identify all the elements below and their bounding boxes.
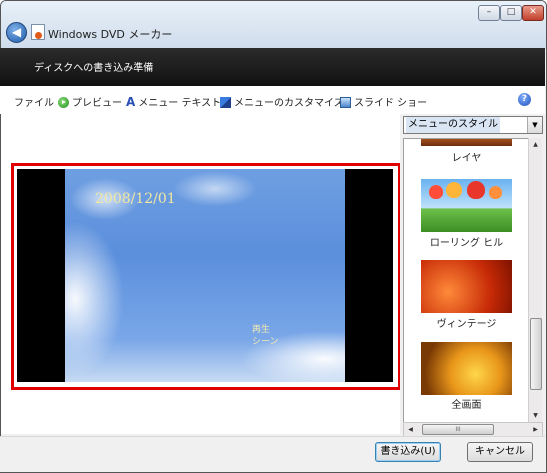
preview-background-image: 2008/12/01 再生 シーン	[65, 169, 345, 382]
full-screen-thumbnail[interactable]	[421, 342, 512, 395]
menu-preview-frame: 2008/12/01 再生 シーン	[11, 163, 401, 390]
scroll-up-icon[interactable]: ▲	[529, 138, 542, 151]
window-title: Windows DVD メーカー	[48, 28, 173, 41]
file-menu[interactable]: ファイル	[14, 94, 54, 109]
preview-title-text[interactable]: 2008/12/01	[95, 191, 176, 207]
text-a-icon: A	[126, 95, 136, 109]
customize-menu-button[interactable]: メニューのカスタマイズ	[220, 94, 344, 109]
style-item-full-screen[interactable]: 全画面	[404, 396, 529, 411]
footer-bar	[0, 436, 545, 472]
preview-button[interactable]: プレビュー	[58, 94, 122, 109]
balloon-icon	[429, 185, 443, 199]
rolling-hills-thumbnail[interactable]	[421, 179, 512, 232]
maximize-button[interactable]: □	[500, 5, 522, 21]
balloon-icon	[446, 182, 462, 198]
minimize-button[interactable]: –	[478, 5, 500, 21]
scroll-left-icon[interactable]: ◀	[404, 423, 417, 436]
style-item-rolling-hills[interactable]: ローリング ヒル	[404, 234, 529, 249]
preview-scenes-link[interactable]: シーン	[252, 336, 279, 348]
write-button[interactable]: 書き込み(U)	[375, 442, 441, 462]
style-list-horizontal-scrollbar[interactable]: ◀ III ▶	[403, 422, 543, 437]
help-icon[interactable]: ?	[518, 93, 531, 106]
menu-text-label: メニュー テキスト	[138, 98, 222, 109]
play-icon	[58, 97, 69, 108]
file-menu-label: ファイル	[14, 98, 54, 109]
menu-text-button[interactable]: A メニュー テキスト	[126, 94, 221, 109]
back-arrow-icon: ◀	[11, 25, 22, 39]
style-list-vertical-scrollbar[interactable]: ▲ ▼	[528, 138, 542, 422]
close-button[interactable]: ✕	[522, 5, 544, 21]
layer-style-thumbnail[interactable]	[421, 139, 512, 146]
customize-icon	[220, 97, 231, 108]
scroll-right-icon[interactable]: ▶	[529, 423, 542, 436]
preview-play-link[interactable]: 再生	[252, 324, 279, 336]
style-item-layer[interactable]: レイヤ	[404, 149, 529, 164]
preview-menu-buttons: 再生 シーン	[252, 324, 279, 348]
menu-style-dropdown-value: メニューのスタイル	[406, 117, 500, 133]
scroll-down-icon[interactable]: ▼	[529, 409, 542, 422]
slideshow-button[interactable]: スライド ショー	[340, 94, 427, 109]
customize-label: メニューのカスタマイズ	[234, 98, 344, 109]
menu-style-dropdown[interactable]: メニューのスタイル ▼	[403, 116, 543, 134]
balloon-icon	[489, 186, 502, 199]
balloon-icon	[467, 181, 485, 199]
back-button[interactable]: ◀	[6, 22, 27, 43]
slideshow-label: スライド ショー	[354, 98, 428, 109]
horizontal-scroll-thumb[interactable]: III	[422, 424, 494, 435]
vertical-scroll-thumb[interactable]	[530, 318, 542, 390]
dvd-maker-app-icon	[31, 24, 45, 40]
slideshow-icon	[340, 97, 351, 108]
vintage-thumbnail[interactable]	[421, 260, 512, 313]
style-item-vintage[interactable]: ヴィンテージ	[404, 315, 529, 330]
preview-label: プレビュー	[72, 98, 122, 109]
menu-style-list: レイヤ ローリング ヒル ヴィンテージ 全画面	[403, 138, 530, 424]
cancel-button[interactable]: キャンセル	[467, 442, 533, 462]
chevron-down-icon: ▼	[527, 117, 542, 133]
page-title: ディスクへの書き込み準備	[34, 63, 154, 74]
